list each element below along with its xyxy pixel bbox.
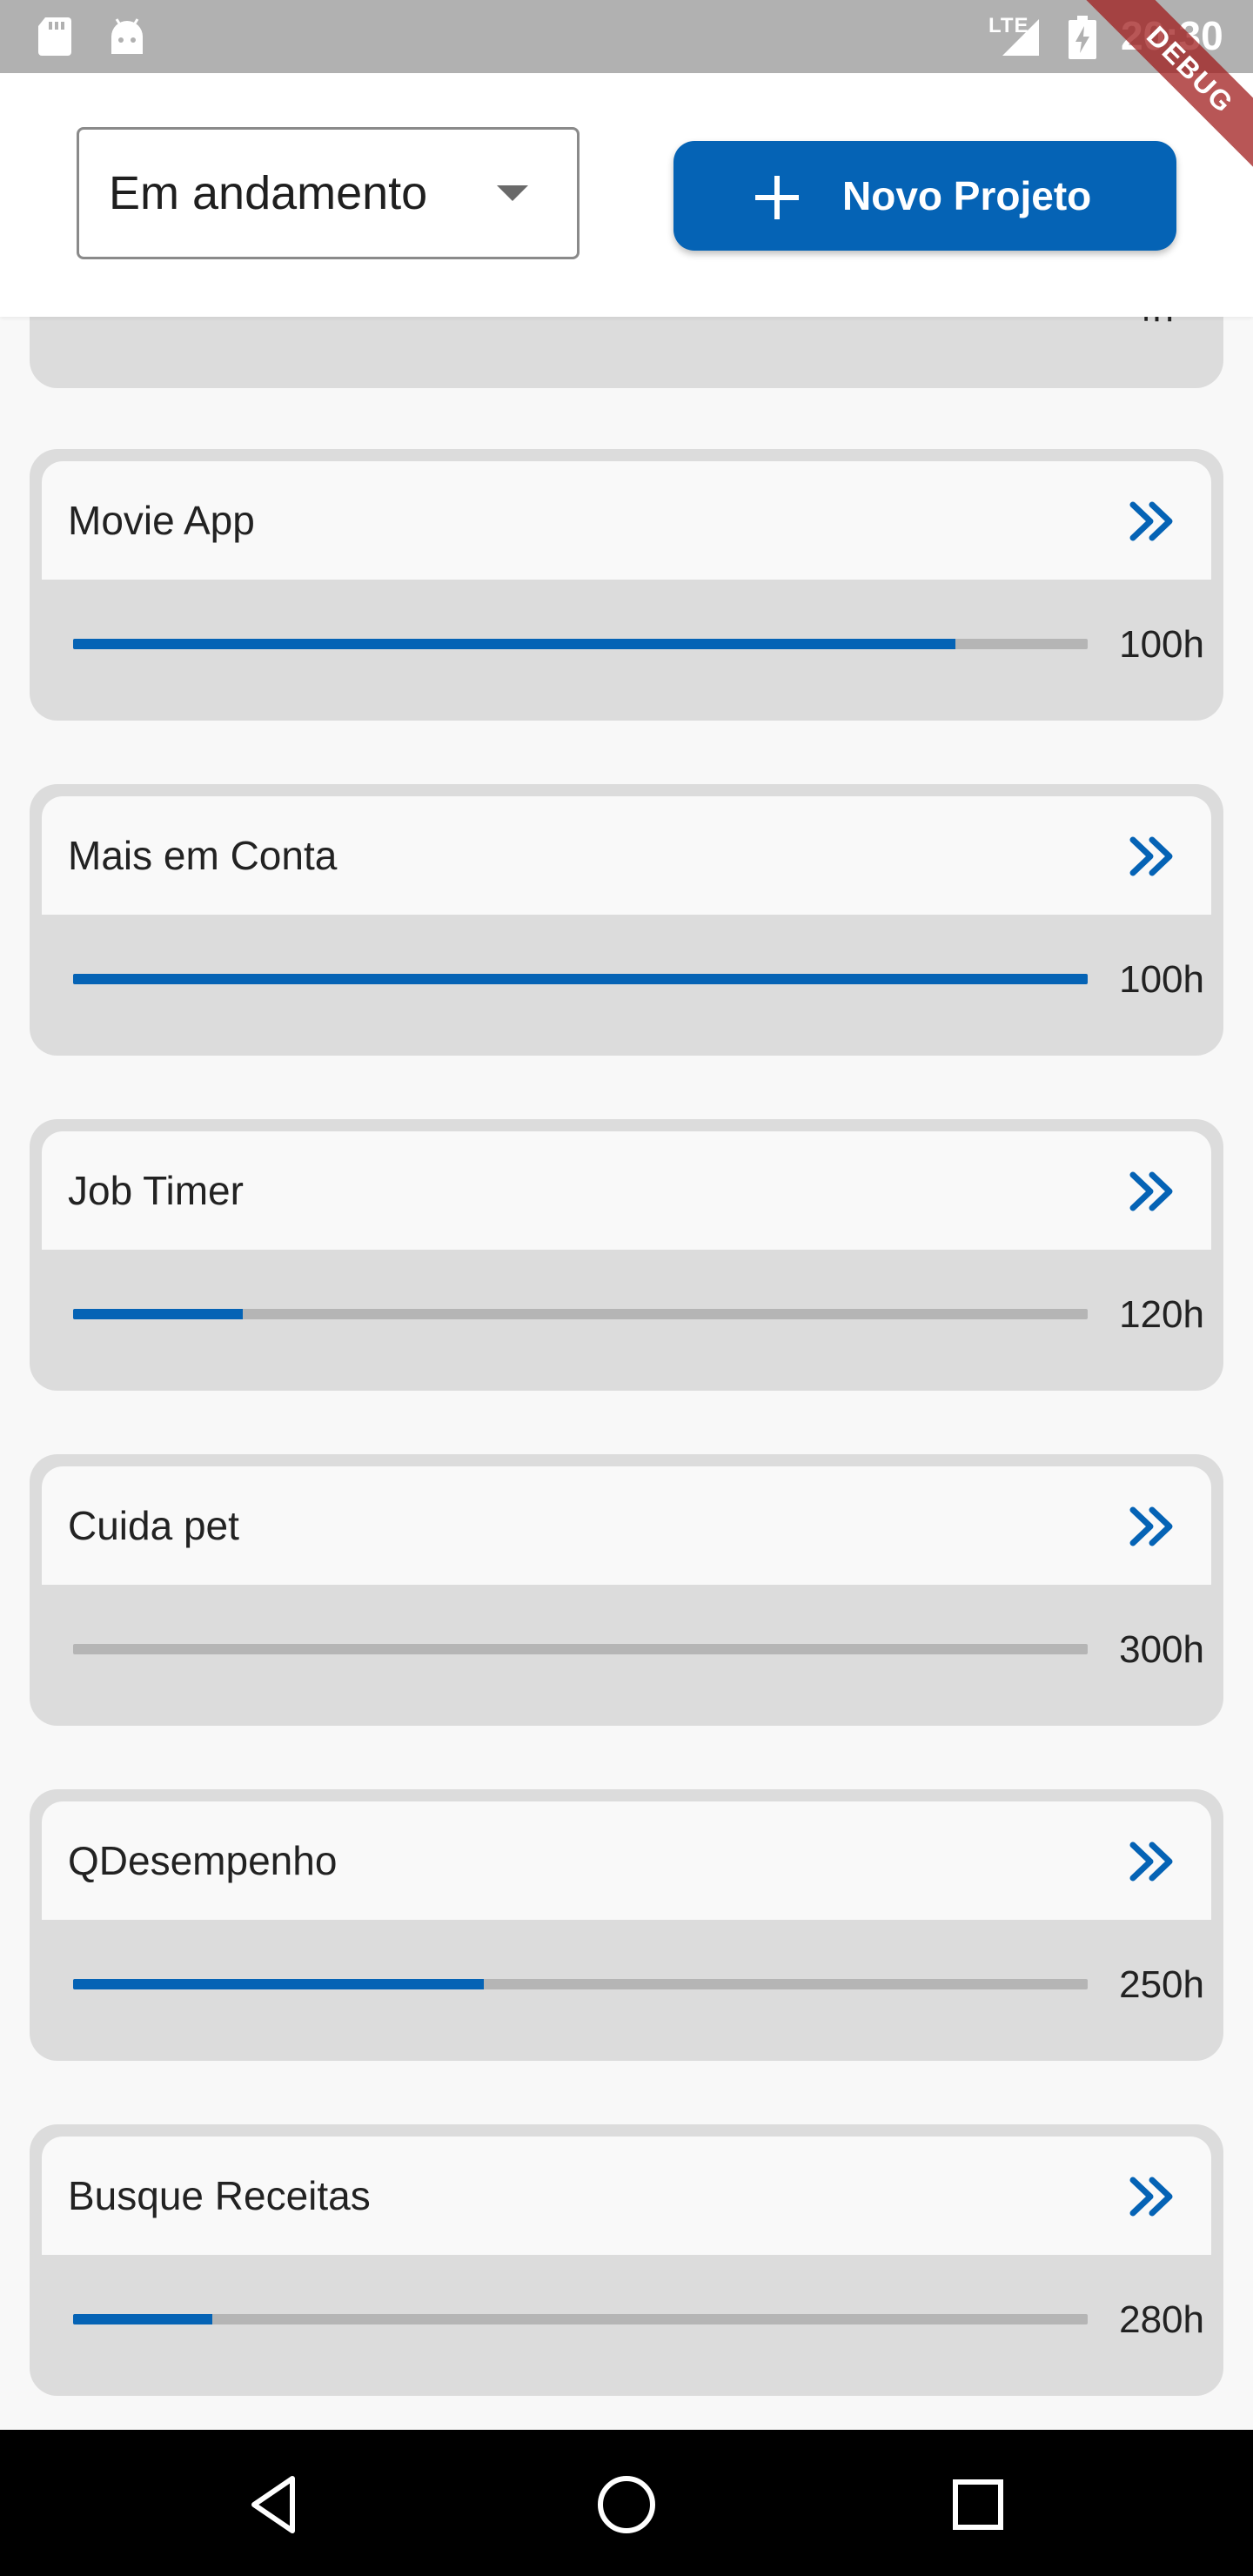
project-card: Job Timer 120h [30,1119,1223,1391]
double-chevron-right-icon[interactable] [1128,1840,1175,1883]
project-hours: 280h [1119,2298,1204,2341]
recents-icon[interactable] [943,2470,1013,2539]
project-hours: 120h [1119,1293,1204,1336]
navigation-bar [0,2430,1253,2576]
project-header[interactable]: Busque Receitas [42,2137,1211,2255]
signal-icon [1002,19,1039,56]
android-icon [111,18,143,54]
project-hours: 100h [1119,958,1204,1001]
project-header[interactable]: QDesempenho [42,1801,1211,1920]
project-header[interactable]: Cuida pet [42,1466,1211,1585]
progress-bar [73,2314,1088,2324]
caret-down-icon [497,185,528,201]
project-header[interactable]: Movie App [42,461,1211,580]
new-project-button[interactable]: Novo Projeto [673,141,1176,251]
header-toolbar: Em andamento Novo Projeto [0,73,1253,317]
project-header[interactable]: Job Timer [42,1131,1211,1250]
progress-fill [73,2314,212,2324]
status-filter-dropdown[interactable]: Em andamento [77,127,580,259]
battery-charging-icon [1069,16,1096,59]
project-card: Mais em Conta 100h [30,784,1223,1056]
progress-bar [73,1644,1088,1654]
progress-bar [73,1309,1088,1319]
double-chevron-right-icon[interactable] [1128,1505,1175,1548]
progress-fill [73,974,1088,984]
project-name: Job Timer [68,1168,244,1213]
home-icon[interactable] [592,2470,661,2539]
project-name: Cuida pet [68,1503,239,1548]
project-hours: 250h [1119,1963,1204,2006]
progress-bar [73,1979,1088,1989]
new-project-label: Novo Projeto [842,173,1092,218]
progress-fill [73,639,955,649]
project-header[interactable]: Mais em Conta [42,796,1211,915]
progress-bar [73,639,1088,649]
project-name: QDesempenho [68,1838,338,1883]
progress-bar [73,974,1088,984]
status-filter-value: Em andamento [109,167,428,219]
project-name: Busque Receitas [68,2173,371,2218]
back-icon[interactable] [240,2470,310,2539]
app-screen: LTE 20:30 DEBUG Em andamento Novo Projet… [0,0,1253,2576]
double-chevron-right-icon[interactable] [1128,1170,1175,1213]
status-bar: LTE 20:30 [0,0,1253,73]
project-hours: 300h [1119,1628,1204,1671]
plus-icon [755,176,799,219]
double-chevron-right-icon[interactable] [1128,500,1175,543]
project-card: Movie App 100h [30,449,1223,721]
progress-fill [73,1979,484,1989]
project-name: Movie App [68,498,255,543]
project-hours: 100h [1119,623,1204,666]
project-card: Busque Receitas 280h [30,2124,1223,2396]
project-card: Cuida pet 300h [30,1454,1223,1726]
project-card: QDesempenho 250h [30,1789,1223,2061]
double-chevron-right-icon[interactable] [1128,2175,1175,2218]
double-chevron-right-icon[interactable] [1128,835,1175,878]
project-name: Mais em Conta [68,833,338,878]
sd-card-icon [38,17,71,56]
progress-fill [73,1309,243,1319]
